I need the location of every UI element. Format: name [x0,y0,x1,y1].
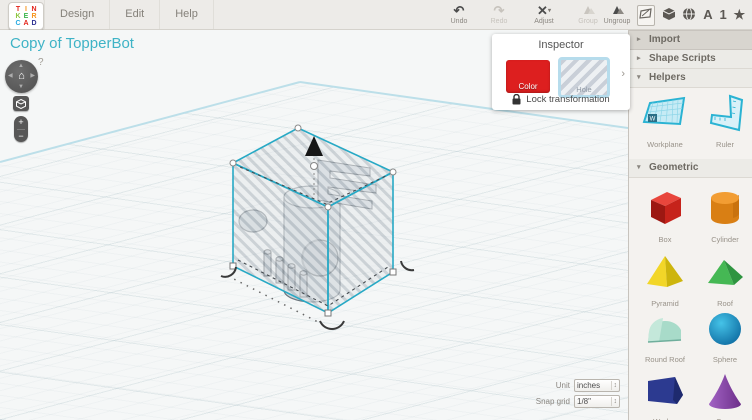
number-category-icon[interactable]: 1 [719,8,726,22]
collapsed-arrow-icon: ▸ [637,31,641,49]
pyramid-icon [643,250,687,294]
snap-grid-label: Snap grid [536,397,570,406]
adjust-button[interactable]: ✕▾ Adjust [522,3,566,25]
tinkercad-logo[interactable]: TIN KER CAD [8,2,44,30]
redo-icon: ↷ [480,3,518,18]
cone-icon [703,370,747,412]
helpers-content: W Workplane Ruler [629,88,752,159]
geometric-content: Box Cylinder Pyramid [629,178,752,392]
shape-category-icons: A 1 ★ [630,0,752,30]
menu-help[interactable]: Help [160,0,214,29]
collapsed-arrow-icon: ▸ [637,50,641,68]
box-icon [643,186,687,230]
cylinder-icon [703,186,747,230]
hole-chip-selected[interactable]: Hole [558,57,610,98]
zoom-out-button[interactable]: − [14,130,28,142]
unit-stepper-icon: ↕ [611,381,618,390]
helper-workplane[interactable]: W Workplane [639,91,691,149]
helper-ruler[interactable]: Ruler [701,93,749,149]
menu-list: Design Edit Help [44,0,214,29]
perspective-cube-icon [16,99,26,109]
svg-text:W: W [650,117,656,123]
top-menubar: TIN KER CAD Design Edit Help ↶ Undo ↷ Re… [0,0,752,30]
zoom-in-button[interactable]: + [14,116,28,128]
shape-pyramid[interactable]: Pyramid [641,250,689,308]
grid-settings: Unit inches ↕ Snap grid 1/8" ↕ [536,376,620,408]
tinkercad-logo-letters: TIN KER CAD [14,6,38,27]
menu-edit[interactable]: Edit [110,0,160,29]
wedge-icon [643,370,687,412]
shape-cone[interactable]: Cone [701,370,749,420]
tinkercad-window: TIN KER CAD Design Edit Help ↶ Undo ↷ Re… [0,0,752,420]
section-helpers[interactable]: ▾ Helpers [629,69,752,88]
expanded-arrow-icon: ▾ [637,69,641,87]
design-title[interactable]: Copy of TopperBot [10,35,134,52]
shape-cylinder[interactable]: Cylinder [701,186,749,244]
inspector-title: Inspector [492,34,630,51]
adjust-icon: ✕▾ [522,3,566,18]
snap-grid-select[interactable]: 1/8" ↕ [574,395,620,408]
undo-icon: ↶ [440,3,478,18]
inspector-panel: Inspector Color Hole › Lock transformati… [492,34,630,110]
shape-roof[interactable]: Roof [701,250,749,308]
solids-category-icon[interactable] [662,7,676,24]
perspective-toggle-button[interactable] [13,96,29,111]
inspector-expand-icon[interactable]: › [621,68,625,80]
redo-button[interactable]: ↷ Redo [480,3,518,25]
unit-label: Unit [556,381,570,390]
lock-transformation-toggle[interactable]: Lock transformation [492,94,630,105]
community-category-icon[interactable] [682,7,696,24]
adjust-caret-icon: ▾ [548,8,551,14]
workplane-category-icon[interactable] [637,5,655,26]
ruler-thumb-icon [705,93,745,135]
text-category-icon[interactable]: A [703,8,712,22]
section-import[interactable]: ▸ Import [629,30,752,50]
shape-round-roof[interactable]: Round Roof [641,310,689,364]
color-chip[interactable]: Color [506,60,550,93]
undo-button[interactable]: ↶ Undo [440,3,478,25]
roof-icon [703,250,747,294]
workplane-thumb-icon: W [642,91,688,135]
shape-box[interactable]: Box [641,186,689,244]
expanded-arrow-icon: ▾ [637,159,641,177]
selected-model-group[interactable] [200,100,430,340]
shape-wedge[interactable]: Wedge [641,370,689,420]
favorites-category-icon[interactable]: ★ [734,8,746,22]
lock-icon [512,94,521,105]
shapes-sidebar: ▸ Import ▸ Shape Scripts ▾ Helpers W [628,30,752,420]
home-view-icon[interactable]: ⌂ [5,60,38,93]
unit-select[interactable]: inches ↕ [574,379,620,392]
orbit-pad[interactable]: ▲ ▼ ◀ ▶ ⌂ [5,60,38,93]
section-shape-scripts[interactable]: ▸ Shape Scripts [629,50,752,69]
section-geometric[interactable]: ▾ Geometric [629,159,752,178]
zoom-control: + − [14,116,28,142]
help-button[interactable]: ? [38,57,44,68]
shape-sphere[interactable]: Sphere [701,310,749,364]
sphere-icon [703,310,747,350]
snap-stepper-icon: ↕ [611,397,618,406]
round-roof-icon [643,310,687,350]
menu-design[interactable]: Design [44,0,110,29]
